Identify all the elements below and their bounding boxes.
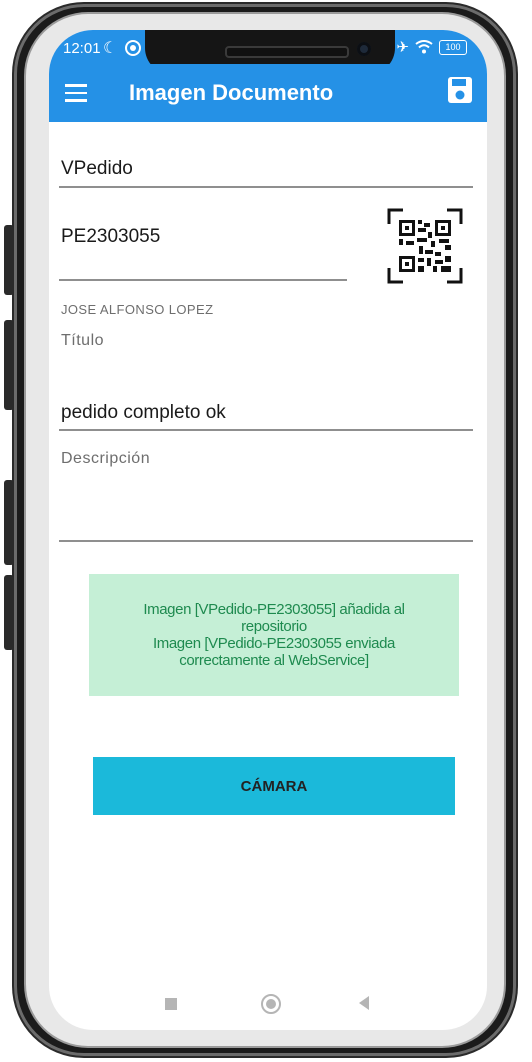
wifi-icon bbox=[415, 40, 433, 54]
back-icon[interactable] bbox=[359, 996, 369, 1010]
status-message-box: Imagen [VPedido-PE2303055] añadida al re… bbox=[89, 574, 459, 696]
message-line-1: Imagen [VPedido-PE2303055] añadida al bbox=[143, 601, 405, 618]
status-time: 12:01 bbox=[63, 40, 101, 57]
document-type-value[interactable]: VPedido bbox=[61, 158, 133, 180]
android-nav-bar bbox=[49, 982, 487, 1026]
user-name: JOSE ALFONSO LOPEZ bbox=[61, 302, 214, 317]
document-type-underline bbox=[59, 186, 473, 188]
qr-code-icon[interactable] bbox=[387, 208, 463, 284]
description-label: Descripción bbox=[61, 450, 151, 467]
do-not-disturb-icon: ☾ bbox=[103, 40, 118, 57]
home-icon[interactable] bbox=[261, 994, 281, 1014]
title-label: Título bbox=[61, 332, 105, 349]
description-underline bbox=[59, 540, 473, 542]
title-field[interactable]: pedido completo ok bbox=[61, 402, 226, 424]
earpiece-speaker bbox=[225, 46, 349, 58]
battery-indicator: 100 bbox=[439, 39, 467, 55]
message-line-3: Imagen [VPedido-PE2303055 enviada bbox=[153, 635, 395, 652]
status-right-icons: ✈ 100 bbox=[396, 38, 467, 56]
document-number-value[interactable]: PE2303055 bbox=[61, 226, 160, 248]
page-title: Imagen Documento bbox=[129, 80, 334, 105]
message-line-2: repositorio bbox=[241, 618, 307, 635]
phone-screen: 12:01 ☾ ✈ 100 Imagen Documento VPedido P bbox=[49, 30, 487, 1030]
document-number-underline bbox=[59, 279, 347, 281]
save-icon[interactable] bbox=[447, 76, 473, 104]
airplane-mode-icon: ✈ bbox=[396, 39, 409, 56]
screen-record-icon bbox=[125, 40, 141, 56]
side-key-2 bbox=[4, 575, 14, 650]
app-bar: Imagen Documento bbox=[49, 64, 487, 122]
message-line-4: correctamente al WebService] bbox=[179, 652, 369, 669]
volume-down-button bbox=[4, 320, 14, 410]
camera-button[interactable]: CÁMARA bbox=[93, 757, 455, 815]
front-camera bbox=[357, 42, 371, 56]
side-key bbox=[4, 480, 14, 565]
menu-icon[interactable] bbox=[65, 84, 87, 102]
recent-apps-icon[interactable] bbox=[165, 998, 177, 1010]
title-underline bbox=[59, 429, 473, 431]
volume-up-button bbox=[4, 225, 14, 295]
